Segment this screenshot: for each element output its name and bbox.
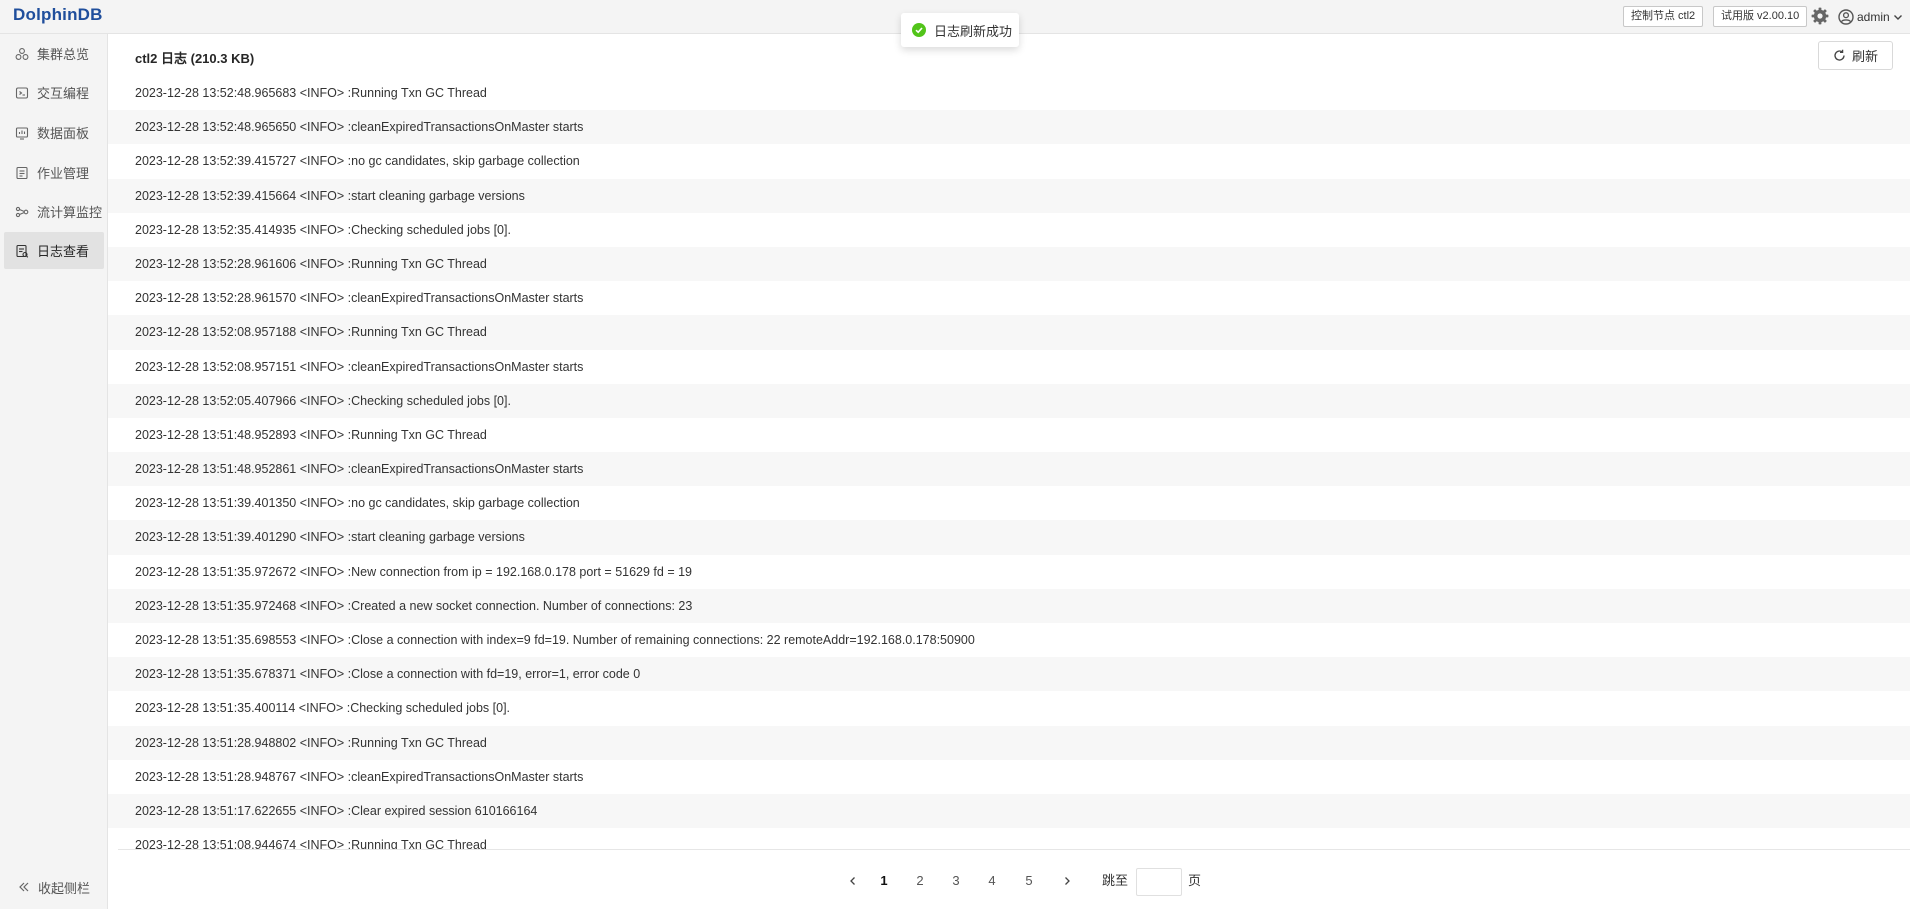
gear-icon xyxy=(1811,7,1829,25)
sidebar-item-cluster-overview[interactable]: 集群总览 xyxy=(4,35,104,72)
logo-letter: D xyxy=(13,5,26,24)
page-2[interactable]: 2 xyxy=(914,864,926,898)
check-circle-icon xyxy=(912,23,926,37)
page-3[interactable]: 3 xyxy=(950,864,962,898)
log-row: 2023-12-28 13:51:28.948802 <INFO> :Runni… xyxy=(108,725,1910,760)
log-list[interactable]: 2023-12-28 13:52:48.965683 <INFO> :Runni… xyxy=(108,76,1910,849)
page-5[interactable]: 5 xyxy=(1023,864,1035,898)
logo-text: olphinDB xyxy=(25,5,103,24)
cluster-icon xyxy=(14,46,29,61)
toast-message: 日志刷新成功 xyxy=(934,23,1013,39)
log-row: 2023-12-28 13:51:35.972468 <INFO> :Creat… xyxy=(108,588,1910,623)
log-row: 2023-12-28 13:51:17.622655 <INFO> :Clear… xyxy=(108,793,1910,829)
jump-page-input[interactable] xyxy=(1136,868,1182,896)
jump-to-label: 跳至 xyxy=(1102,873,1129,888)
log-row: 2023-12-28 13:51:35.678371 <INFO> :Close… xyxy=(108,657,1910,692)
username-label: admin xyxy=(1857,10,1890,24)
divider xyxy=(118,849,1910,850)
main-content: ctl2 日志 (210.3 KB) 刷新 2023-12-28 13:52:4… xyxy=(108,34,1910,909)
version-tag[interactable]: 试用版 v2.00.10 xyxy=(1713,6,1808,27)
log-row: 2023-12-28 13:52:28.961606 <INFO> :Runni… xyxy=(108,246,1910,282)
log-row: 2023-12-28 13:51:35.698553 <INFO> :Close… xyxy=(135,633,975,647)
user-menu[interactable]: admin xyxy=(1838,7,1903,27)
sidebar-item-label: 集群总览 xyxy=(37,47,90,62)
log-row: 2023-12-28 13:52:28.961570 <INFO> :clean… xyxy=(135,291,584,306)
stream-icon xyxy=(14,204,29,219)
log-row: 2023-12-28 13:51:35.400114 <INFO> :Check… xyxy=(135,701,511,716)
double-chevron-left-icon xyxy=(19,882,29,892)
sidebar: 集群总览 交互编程 数据面板 作业管理 流计算监控 日志查看 收起侧栏 xyxy=(0,34,108,909)
page-1[interactable]: 1 xyxy=(878,864,890,898)
next-page-button[interactable] xyxy=(1060,864,1074,898)
log-row: 2023-12-28 13:51:39.401290 <INFO> :start… xyxy=(108,520,1910,555)
sidebar-item-label: 日志查看 xyxy=(37,244,90,259)
dolphindb-logo[interactable]: DolphinDB xyxy=(13,5,103,25)
sidebar-item-label: 流计算监控 xyxy=(37,205,103,220)
log-row: 2023-12-28 13:52:08.957188 <INFO> :Runni… xyxy=(108,315,1910,350)
refresh-icon xyxy=(1834,49,1845,61)
log-row: 2023-12-28 13:51:39.401350 <INFO> :no gc… xyxy=(135,496,580,511)
log-row: 2023-12-28 13:51:48.952861 <INFO> :clean… xyxy=(108,452,1910,487)
log-icon xyxy=(14,243,29,258)
refresh-label: 刷新 xyxy=(1851,49,1878,64)
page-4[interactable]: 4 xyxy=(986,864,998,898)
log-row: 2023-12-28 13:52:35.414935 <INFO> :Check… xyxy=(135,222,511,237)
prev-page-button[interactable] xyxy=(846,864,860,898)
sidebar-item-label: 交互编程 xyxy=(37,86,90,101)
log-row: 2023-12-28 13:52:39.415727 <INFO> :no gc… xyxy=(135,154,580,169)
log-row: 2023-12-28 13:52:05.407966 <INFO> :Check… xyxy=(108,383,1910,418)
success-toast: 日志刷新成功 xyxy=(901,13,1019,47)
sidebar-item-job-management[interactable]: 作业管理 xyxy=(4,154,104,191)
sidebar-item-label: 作业管理 xyxy=(37,166,90,181)
chevron-left-icon xyxy=(850,877,855,885)
sidebar-item-interactive-programming[interactable]: 交互编程 xyxy=(4,74,104,111)
log-row: 2023-12-28 13:52:48.965683 <INFO> :Runni… xyxy=(135,86,487,100)
log-row: 2023-12-28 13:51:35.972672 <INFO> :New c… xyxy=(135,564,692,579)
log-row: 2023-12-28 13:51:08.944674 <INFO> :Runni… xyxy=(135,838,487,849)
refresh-button[interactable]: 刷新 xyxy=(1818,41,1893,70)
chevron-right-icon xyxy=(1065,877,1070,885)
sidebar-item-log-viewer[interactable]: 日志查看 xyxy=(4,232,104,269)
collapse-sidebar-label: 收起侧栏 xyxy=(38,880,91,896)
page-suffix-label: 页 xyxy=(1188,873,1202,888)
dashboard-icon xyxy=(14,125,29,140)
sidebar-item-stream-monitor[interactable]: 流计算监控 xyxy=(4,193,104,230)
code-icon xyxy=(14,85,29,100)
chevron-down-icon xyxy=(1893,15,1902,20)
page-title: ctl2 日志 (210.3 KB) xyxy=(135,51,255,66)
log-row: 2023-12-28 13:51:48.952893 <INFO> :Runni… xyxy=(135,427,487,442)
log-row: 2023-12-28 13:52:39.415664 <INFO> :start… xyxy=(108,178,1910,213)
collapse-sidebar-button[interactable]: 收起侧栏 xyxy=(18,877,90,897)
log-row: 2023-12-28 13:52:48.965650 <INFO> :clean… xyxy=(108,110,1910,145)
sidebar-item-label: 数据面板 xyxy=(37,126,90,141)
pagination: 1 2 3 4 5 跳至 页 xyxy=(108,864,1910,898)
log-row: 2023-12-28 13:51:28.948767 <INFO> :clean… xyxy=(135,769,584,784)
controller-node-tag[interactable]: 控制节点 ctl2 xyxy=(1623,6,1704,27)
user-avatar-icon xyxy=(1838,9,1854,25)
settings-button[interactable] xyxy=(1810,6,1830,26)
log-row: 2023-12-28 13:52:08.957151 <INFO> :clean… xyxy=(135,359,584,374)
sidebar-item-data-dashboard[interactable]: 数据面板 xyxy=(4,114,104,151)
job-icon xyxy=(14,165,29,180)
